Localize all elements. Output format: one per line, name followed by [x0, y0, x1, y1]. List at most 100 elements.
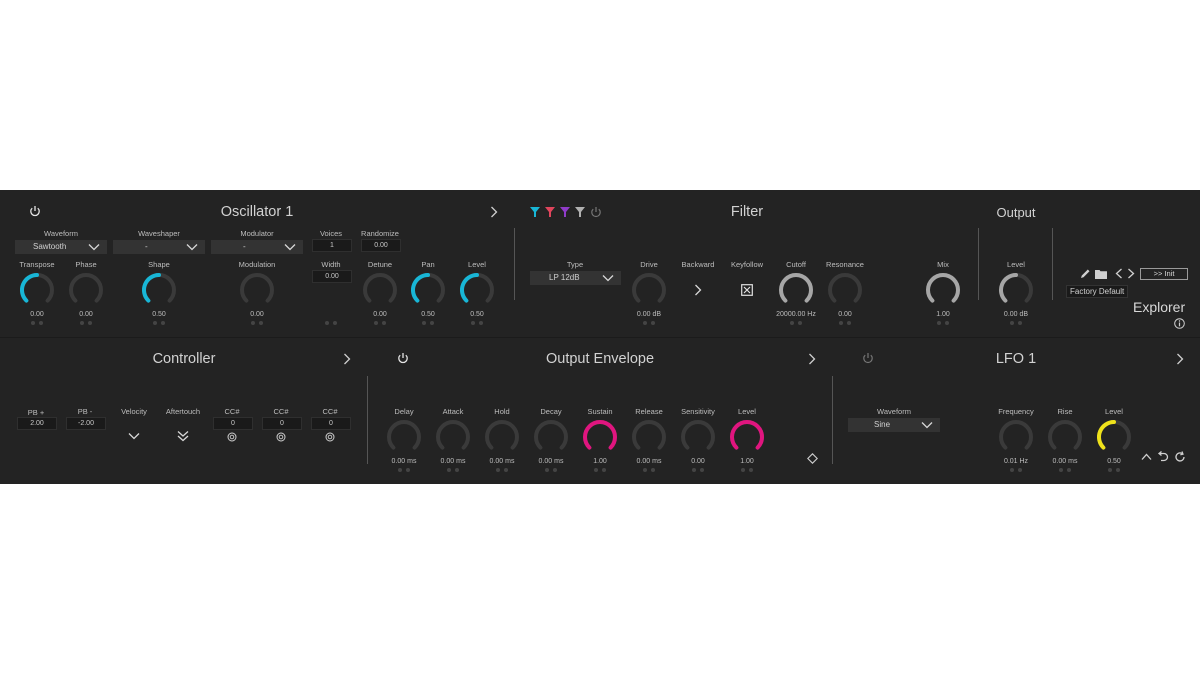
envelope-release-mod-dots[interactable] [641, 468, 657, 472]
info-icon[interactable] [1174, 318, 1185, 329]
envelope-sustain-label: Sustain [587, 407, 613, 416]
envelope-hold-mod-dots[interactable] [494, 468, 510, 472]
oscillator-pan-value: 0.50 [421, 311, 435, 318]
lfo-frequency-knob[interactable] [997, 418, 1035, 456]
filter-resonance-mod-dots[interactable] [837, 321, 853, 325]
oscillator-level-knob[interactable] [458, 271, 496, 309]
lfo-waveform-dropdown[interactable]: Sine [848, 418, 940, 432]
envelope-decay-knob[interactable] [532, 418, 570, 456]
filter-purple-icon[interactable] [560, 207, 570, 217]
filter-cutoff-mod-dots[interactable] [788, 321, 804, 325]
envelope-attack-mod-dots[interactable] [445, 468, 461, 472]
waveshaper-dropdown[interactable]: - [113, 240, 205, 254]
waveform-dropdown[interactable]: Sawtooth [15, 240, 107, 254]
envelope-delay-knob[interactable] [385, 418, 423, 456]
folder-icon[interactable] [1095, 269, 1107, 279]
envelope-level-mod-dots[interactable] [739, 468, 755, 472]
oscillator-transpose-knob[interactable] [18, 271, 56, 309]
pb-minus-field[interactable]: -2.00 [66, 417, 106, 430]
randomize-field[interactable]: 0.00 [361, 239, 401, 252]
filter-drive-knob[interactable] [630, 271, 668, 309]
aftertouch-double-chevron-icon[interactable] [177, 430, 189, 442]
filter-resonance-knob[interactable] [826, 271, 864, 309]
section-divider [367, 376, 368, 464]
oscillator-detune-mod-dots[interactable] [372, 321, 388, 325]
filter-cutoff-knob[interactable] [777, 271, 815, 309]
chevron-right-icon[interactable] [1176, 353, 1184, 365]
keyfollow-checkbox[interactable] [741, 284, 753, 296]
oscillator-level-mod-dots[interactable] [469, 321, 485, 325]
lfo-rise-mod-dots[interactable] [1057, 468, 1073, 472]
oscillator-modulation-mod-dots[interactable] [249, 321, 265, 325]
envelope-sustain-knob[interactable] [581, 418, 619, 456]
cc-field-2[interactable]: 0 [262, 417, 302, 430]
chevron-right-icon[interactable] [808, 353, 816, 365]
refresh-icon[interactable] [1174, 451, 1186, 463]
filter-cutoff-knob-fill [779, 273, 813, 303]
oscillator-phase-knob-track [69, 273, 103, 303]
velocity-chevron-icon[interactable] [128, 432, 140, 440]
oscillator-shape-mod-dots[interactable] [151, 321, 167, 325]
preset-name[interactable]: Factory Default [1066, 285, 1129, 298]
chevron-right-icon[interactable] [343, 353, 351, 365]
filter-cyan-icon[interactable] [530, 207, 540, 217]
filter-gray-icon[interactable] [575, 207, 585, 217]
lfo-frequency-mod-dots[interactable] [1008, 468, 1024, 472]
diamond-icon[interactable] [807, 453, 818, 464]
pencil-icon[interactable] [1080, 268, 1091, 279]
cc-learn-icon[interactable] [276, 432, 286, 442]
width-field[interactable]: 0.00 [312, 270, 352, 283]
oscillator-power-icon[interactable] [29, 205, 41, 217]
previous-preset-icon[interactable] [1115, 268, 1123, 279]
oscillator-modulation-knob[interactable] [238, 271, 276, 309]
envelope-attack-knob[interactable] [434, 418, 472, 456]
filter-resonance-knob-track [828, 273, 862, 303]
init-button[interactable]: >> Init [1140, 268, 1188, 280]
envelope-sustain-mod-dots[interactable] [592, 468, 608, 472]
cc-learn-icon[interactable] [227, 432, 237, 442]
oscillator-phase-mod-dots[interactable] [78, 321, 94, 325]
envelope-level-knob[interactable] [728, 418, 766, 456]
envelope-hold-knob[interactable] [483, 418, 521, 456]
voices-field[interactable]: 1 [312, 239, 352, 252]
filter-drive-mod-dots[interactable] [641, 321, 657, 325]
output-level-mod-dots[interactable] [1008, 321, 1024, 325]
chevron-right-icon[interactable] [490, 206, 498, 218]
cc-field-1[interactable]: 0 [213, 417, 253, 430]
undo-icon[interactable] [1157, 451, 1169, 462]
envelope-attack-knob-track [436, 420, 470, 450]
oscillator-pan-mod-dots[interactable] [420, 321, 436, 325]
filter-power-icon[interactable] [590, 206, 602, 218]
envelope-sensitivity-value: 0.00 [691, 458, 705, 465]
filter-red-icon[interactable] [545, 207, 555, 217]
next-preset-icon[interactable] [1127, 268, 1135, 279]
oscillator-detune-knob[interactable] [361, 271, 399, 309]
pb-plus-field[interactable]: 2.00 [17, 417, 57, 430]
lfo-power-icon[interactable] [862, 352, 874, 364]
lfo-level-mod-dots[interactable] [1106, 468, 1122, 472]
envelope-release-knob[interactable] [630, 418, 668, 456]
envelope-sensitivity-knob[interactable] [679, 418, 717, 456]
envelope-sensitivity-mod-dots[interactable] [690, 468, 706, 472]
oscillator-transpose-mod-dots[interactable] [29, 321, 45, 325]
filter-mix-mod-dots[interactable] [935, 321, 951, 325]
filter-type-dropdown[interactable]: LP 12dB [530, 271, 621, 285]
oscillator-phase-knob[interactable] [67, 271, 105, 309]
envelope-decay-mod-dots[interactable] [543, 468, 559, 472]
backward-toggle-icon[interactable] [694, 284, 702, 296]
envelope-power-icon[interactable] [397, 352, 409, 364]
filter-mix-knob[interactable] [924, 271, 962, 309]
oscillator-pan-knob[interactable] [409, 271, 447, 309]
lfo-rise-knob[interactable] [1046, 418, 1084, 456]
chevron-down-icon [88, 244, 100, 251]
pb-minus-label: PB - [77, 407, 93, 416]
output-level-knob[interactable] [997, 271, 1035, 309]
cc-field-3[interactable]: 0 [311, 417, 351, 430]
oscillator-shape-knob[interactable] [140, 271, 178, 309]
chevron-up-icon[interactable] [1141, 453, 1152, 461]
envelope-delay-mod-dots[interactable] [396, 468, 412, 472]
cc-learn-icon[interactable] [325, 432, 335, 442]
modulator-dropdown[interactable]: - [211, 240, 303, 254]
filter-type-value: LP 12dB [549, 273, 580, 282]
lfo-level-knob[interactable] [1095, 418, 1133, 456]
